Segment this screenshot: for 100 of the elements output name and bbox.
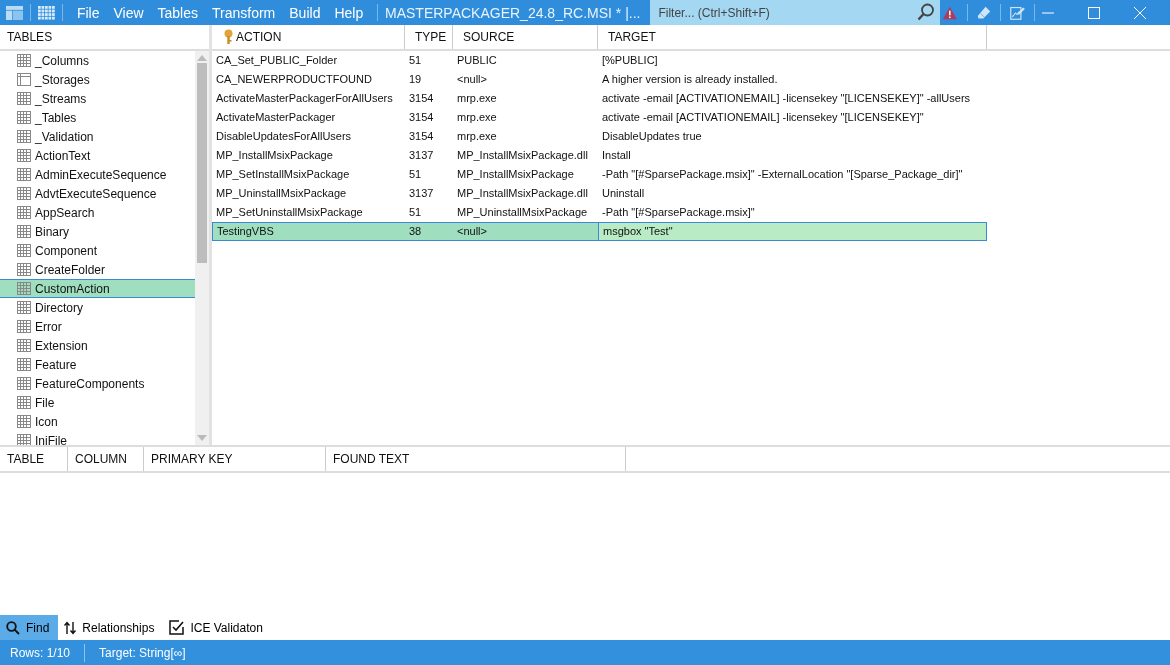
table-cell-text: ActivateMasterPackager xyxy=(215,110,337,125)
table-list-item[interactable]: _Validation xyxy=(0,127,195,146)
table-list-item[interactable]: Directory xyxy=(0,298,195,317)
table-list-item[interactable]: Error xyxy=(0,317,195,336)
grid-icon[interactable] xyxy=(37,3,56,22)
table-icon xyxy=(17,434,31,445)
table-cell-text: 3137 xyxy=(408,148,435,163)
search-icon xyxy=(6,620,20,635)
maximize-icon[interactable] xyxy=(1088,6,1100,19)
table-list-item[interactable]: _Storages xyxy=(0,70,195,89)
column-header[interactable]: TYPE xyxy=(405,25,453,49)
table-icon xyxy=(17,320,31,333)
table-row[interactable]: MP_SetInstallMsixPackage 51 MP_InstallMsixPackage -Path "[#SparsePackage.msix]" -ExternalLocation "[Sparse_Package_dir]" xyxy=(212,165,1170,184)
table-icon xyxy=(17,130,31,143)
table-list-item[interactable]: ActionText xyxy=(0,146,195,165)
table-cell-text: -Path "[#SparsePackage.msix]" -ExternalLocation "[Sparse_Package_dir]" xyxy=(601,167,964,182)
table-list-item[interactable]: Binary xyxy=(0,222,195,241)
table-row[interactable]: DisableUpdatesForAllUsers 3154 mrp.exe DisableUpdates true xyxy=(212,127,1170,146)
filter-field[interactable]: Filter... (Ctrl+Shift+F) xyxy=(650,0,941,25)
menu-item[interactable]: Transform xyxy=(205,4,283,21)
column-header[interactable]: COLUMN xyxy=(68,447,144,471)
table-row[interactable]: TestingVBS 38 <null> msgbox "Test" xyxy=(212,222,1170,241)
menu-item[interactable]: View xyxy=(106,4,151,21)
table-list-item[interactable]: FeatureComponents xyxy=(0,374,195,393)
column-header[interactable]: ACTION xyxy=(212,25,405,49)
key-icon xyxy=(224,29,233,45)
table-icon xyxy=(17,396,31,409)
table-list-item[interactable]: File xyxy=(0,393,195,412)
table-icon xyxy=(17,244,31,257)
table-row[interactable]: CA_NEWERPRODUCTFOUND 19 <null> A higher version is already installed. xyxy=(212,70,1170,89)
table-cell-text: 51 xyxy=(408,167,423,182)
table-icon xyxy=(17,339,31,352)
column-header[interactable]: SOURCE xyxy=(453,25,598,49)
table-icon xyxy=(17,263,31,276)
table-cell-text: activate -email [ACTIVATIONEMAIL] -licensekey "[LICENSEKEY]" xyxy=(601,110,925,125)
table-cell-text: mrp.exe xyxy=(456,129,498,144)
table-cell-text: MP_InstallMsixPackage xyxy=(456,167,575,182)
column-header[interactable]: PRIMARY KEY xyxy=(144,447,326,471)
table-cell-text: 51 xyxy=(408,205,423,220)
panel-tab[interactable]: ICE Validaton xyxy=(163,615,272,640)
tables-heading: TABLES xyxy=(0,25,209,51)
table-cell-text: MP_SetUninstallMsixPackage xyxy=(215,205,364,220)
menu-item[interactable]: File xyxy=(69,4,107,21)
column-header[interactable]: TABLE xyxy=(0,447,68,471)
menu-item[interactable]: Build xyxy=(282,4,328,21)
column-header[interactable]: FOUND TEXT xyxy=(326,447,626,471)
app-logo-icon[interactable] xyxy=(6,3,24,22)
scrollbar[interactable] xyxy=(195,51,209,445)
table-cell: TestingVBS xyxy=(212,222,405,241)
status-text: Rows: 1/10 xyxy=(10,645,71,660)
table-row[interactable]: CA_Set_PUBLIC_Folder 51 PUBLIC [%PUBLIC] xyxy=(212,51,1170,70)
table-list-item[interactable]: IniFile xyxy=(0,431,195,445)
table-icon xyxy=(17,358,31,371)
table-icon xyxy=(17,415,31,428)
table-icon xyxy=(17,168,31,181)
table-cell-text: [%PUBLIC] xyxy=(601,53,659,68)
table-cell-text: <null> xyxy=(456,72,488,87)
table-row[interactable]: ActivateMasterPackagerForAllUsers 3154 mrp.exe activate -email [ACTIVATIONEMAIL] -licensekey "[LICENSEKEY]" -allUsers xyxy=(212,89,1170,108)
panel-tab[interactable]: Relationships xyxy=(58,615,164,640)
table-cell-text: ActivateMasterPackagerForAllUsers xyxy=(215,91,394,106)
table-list-item[interactable]: _Streams xyxy=(0,89,195,108)
table-list-item[interactable]: Icon xyxy=(0,412,195,431)
table-list-item[interactable]: AdvtExecuteSequence xyxy=(0,184,195,203)
table-cell-text: A higher version is already installed. xyxy=(601,72,779,87)
table-row[interactable]: MP_SetUninstallMsixPackage 51 MP_UninstallMsixPackage -Path "[#SparsePackage.msix]" xyxy=(212,203,1170,222)
table-list-item[interactable]: Component xyxy=(0,241,195,260)
menu-item[interactable]: Tables xyxy=(150,4,205,21)
table-list-item[interactable]: CustomAction xyxy=(0,279,195,298)
table-cell: <null> xyxy=(453,222,598,241)
menu-item[interactable]: Help xyxy=(327,4,371,21)
table-cell-text: activate -email [ACTIVATIONEMAIL] -licensekey "[LICENSEKEY]" -allUsers xyxy=(601,91,972,106)
table-icon xyxy=(17,225,31,238)
table-icon xyxy=(17,206,31,219)
table-list-item[interactable]: Feature xyxy=(0,355,195,374)
search-icon[interactable] xyxy=(917,3,936,21)
table-list-item[interactable]: AppSearch xyxy=(0,203,195,222)
checkbox-icon xyxy=(169,620,185,635)
table-icon xyxy=(17,149,31,162)
table-list-item[interactable]: Extension xyxy=(0,336,195,355)
column-header[interactable]: TARGET xyxy=(598,25,987,49)
table-row[interactable]: MP_UninstallMsixPackage 3137 MP_InstallMsixPackage.dll Uninstall xyxy=(212,184,1170,203)
status-text: Target: String[∞] xyxy=(99,645,186,660)
table-cell-text: 3154 xyxy=(408,110,435,125)
table-cell-text: 51 xyxy=(408,53,423,68)
close-icon[interactable] xyxy=(1134,6,1146,19)
table-row[interactable]: ActivateMasterPackager 3154 mrp.exe activate -email [ACTIVATIONEMAIL] -licensekey "[LICENSEKEY]" xyxy=(212,108,1170,127)
table-list-item[interactable]: _Columns xyxy=(0,51,195,70)
table-cell-text: mrp.exe xyxy=(456,110,498,125)
table-cell-text: MP_UninstallMsixPackage xyxy=(215,186,348,201)
table-row[interactable]: MP_InstallMsixPackage 3137 MP_InstallMsixPackage.dll Install xyxy=(212,146,1170,165)
table-list-item[interactable]: CreateFolder xyxy=(0,260,195,279)
panel-tab[interactable]: Find xyxy=(0,615,59,640)
table-list-item[interactable]: AdminExecuteSequence xyxy=(0,165,195,184)
table-cell-text: PUBLIC xyxy=(456,53,498,68)
table-cell-text: 3154 xyxy=(408,91,435,106)
table-icon xyxy=(17,301,31,314)
table-list-item[interactable]: _Tables xyxy=(0,108,195,127)
table-cell-text: MP_UninstallMsixPackage xyxy=(456,205,589,220)
table-cell-text: Uninstall xyxy=(601,186,646,201)
table-icon xyxy=(17,187,31,200)
